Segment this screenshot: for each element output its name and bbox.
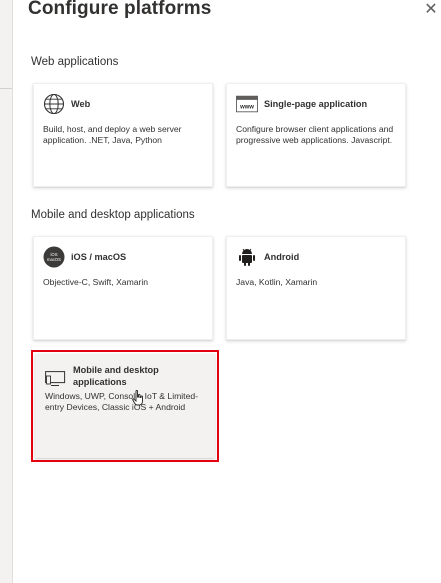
card-description: Java, Kotlin, Xamarin: [236, 277, 318, 287]
www-icon: www: [236, 93, 258, 115]
platform-card-mobile-desktop-applications[interactable]: Mobile and desktop applications Windows,…: [31, 350, 219, 462]
background-blade: [0, 0, 13, 583]
close-button[interactable]: ✕: [424, 1, 438, 18]
close-icon: ✕: [424, 1, 438, 18]
svg-text:macOS: macOS: [47, 257, 61, 262]
platform-card-android[interactable]: Android Java, Kotlin, Xamarin: [226, 236, 406, 340]
card-name: Mobile and desktop applications: [73, 365, 159, 387]
card-name: Android: [264, 252, 300, 262]
section-title-mobile-desktop: Mobile and desktop applications: [31, 209, 195, 221]
platform-card-web[interactable]: Web Build, host, and deploy a web server…: [33, 83, 213, 187]
card-description: Windows, UWP, Console, IoT & Limited-ent…: [45, 391, 198, 412]
configure-platforms-panel: Configure platforms ✕ Web applications W…: [13, 0, 441, 583]
section-title-web: Web applications: [31, 56, 119, 68]
card-description: Objective-C, Swift, Xamarin: [43, 277, 149, 287]
platform-card-single-page-application[interactable]: www Single-page application Configure br…: [226, 83, 406, 187]
card-name: iOS / macOS: [71, 252, 127, 262]
android-icon: [236, 246, 258, 268]
card-name: Single-page application: [264, 99, 368, 109]
ios-macos-icon: iOS macOS: [43, 246, 65, 268]
globe-icon: [43, 93, 65, 115]
svg-text:www: www: [239, 105, 254, 111]
card-description: Build, host, and deploy a web server app…: [43, 124, 182, 145]
hand-cursor-icon: [132, 390, 143, 406]
card-name: Web: [71, 99, 91, 109]
card-description: Configure browser client applications an…: [236, 124, 394, 145]
background-divider: [0, 88, 12, 89]
desktop-mobile-icon: [45, 368, 67, 390]
platform-card-ios-macos[interactable]: iOS macOS iOS / macOS Objective-C, Swift…: [33, 236, 213, 340]
panel-title: Configure platforms: [28, 0, 212, 19]
